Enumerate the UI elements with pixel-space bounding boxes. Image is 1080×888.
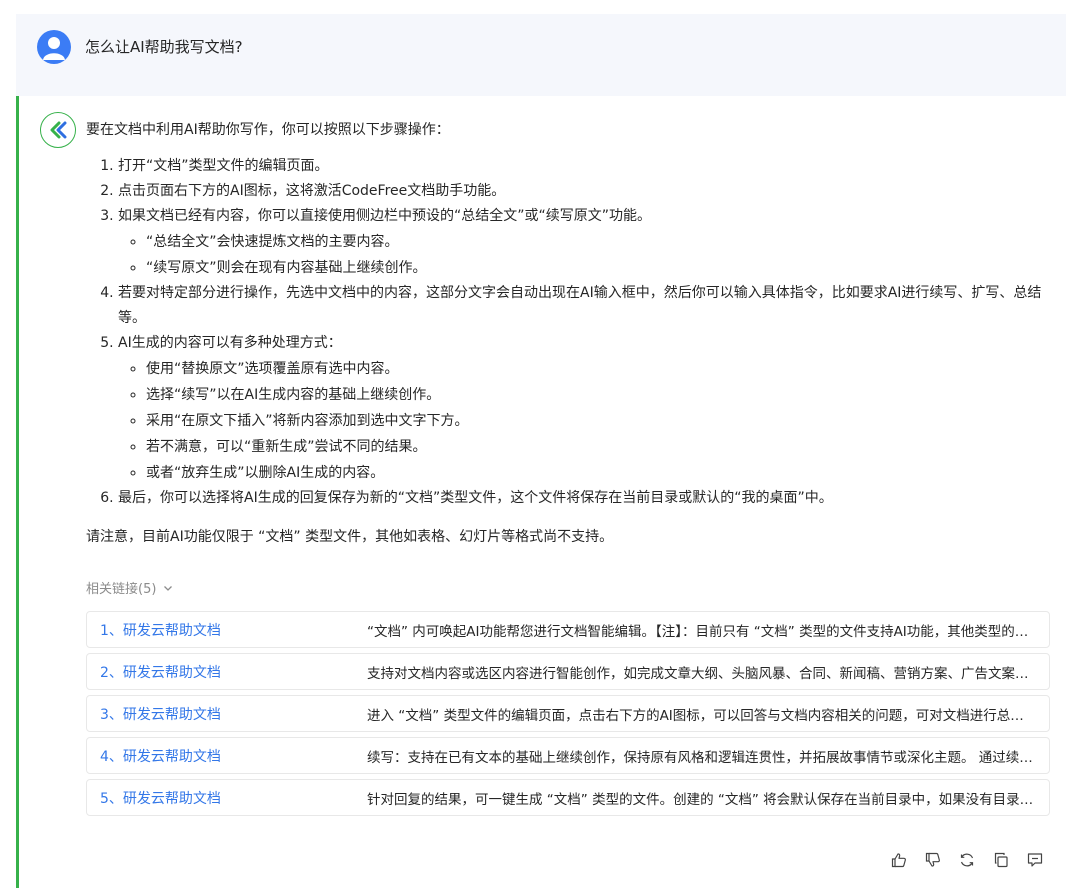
answer-intro: 要在文档中利用AI帮助你写作，你可以按照以下步骤操作： [86,122,450,138]
chevron-down-icon [164,585,173,591]
user-message: 怎么让AI帮助我写文档? [16,14,1066,96]
sub-list: 使用“替换原文”选项覆盖原有选中内容。 选择“续写”以在AI生成内容的基础上继续… [118,356,1056,486]
related-link-item[interactable]: 1、研发云帮助文档 “文档” 内可唤起AI功能帮您进行文档智能编辑。【注】：目前… [86,611,1050,648]
related-links-toggle[interactable]: 相关链接(5) [86,578,174,597]
related-link-desc: 针对回复的结果，可一键生成 “文档” 类型的文件。创建的 “文档” 将会默认保存… [367,791,1049,808]
sub-item: 若不满意，可以“重新生成”尝试不同的结果。 [146,434,1056,460]
sub-item: “续写原文”则会在现有内容基础上继续创作。 [146,255,1056,281]
step-item: 如果文档已经有内容，你可以直接使用侧边栏中预设的“总结全文”或“续写原文”功能。… [118,204,1056,281]
step-text: 点击页面右下方的AI图标，这将激活CodeFree文档助手功能。 [118,183,506,199]
thumbs-down-button[interactable] [923,850,943,870]
step-item: 若要对特定部分进行操作，先选中文档中的内容，这部分文字会自动出现在AI输入框中，… [118,281,1056,331]
step-text: 最后，你可以选择将AI生成的回复保存为新的“文档”类型文件，这个文件将保存在当前… [118,490,833,506]
regenerate-icon [960,853,974,867]
step-item: 打开“文档”类型文件的编辑页面。 [118,154,1056,179]
sub-item: 选择“续写”以在AI生成内容的基础上继续创作。 [146,382,1056,408]
related-links-list: 1、研发云帮助文档 “文档” 内可唤起AI功能帮您进行文档智能编辑。【注】：目前… [86,611,1050,821]
related-link-title[interactable]: 4、研发云帮助文档 [87,746,367,766]
regenerate-button[interactable] [957,850,977,870]
step-text: AI生成的内容可以有多种处理方式： [118,335,342,351]
answer-body: 要在文档中利用AI帮助你写作，你可以按照以下步骤操作： 打开“文档”类型文件的编… [86,118,1056,550]
thumbs-up-button[interactable] [889,850,909,870]
share-icon [1027,853,1043,867]
copy-icon [994,852,1008,868]
related-link-item[interactable]: 5、研发云帮助文档 针对回复的结果，可一键生成 “文档” 类型的文件。创建的 “… [86,779,1050,816]
related-link-title[interactable]: 5、研发云帮助文档 [87,788,367,808]
related-link-item[interactable]: 3、研发云帮助文档 进入 “文档” 类型文件的编辑页面，点击右下方的AI图标，可… [86,695,1050,732]
share-button[interactable] [1025,850,1045,870]
steps-list: 打开“文档”类型文件的编辑页面。 点击页面右下方的AI图标，这将激活CodeFr… [86,154,1056,511]
message-actions [889,850,1045,870]
related-links-label: 相关链接(5) [86,582,157,597]
user-avatar-icon [37,30,71,64]
step-item: 点击页面右下方的AI图标，这将激活CodeFree文档助手功能。 [118,179,1056,204]
related-link-desc: 支持对文档内容或选区内容进行智能创作，如完成文章大纲、头脑风暴、合同、新闻稿、营… [367,665,1042,682]
related-link-title[interactable]: 2、研发云帮助文档 [87,662,367,682]
thumbs-up-icon [891,853,906,868]
user-question-text: 怎么让AI帮助我写文档? [85,38,243,56]
copy-button[interactable] [991,850,1011,870]
related-link-desc: 进入 “文档” 类型文件的编辑页面，点击右下方的AI图标，可以回答与文档内容相关… [367,707,1038,724]
related-link-title[interactable]: 3、研发云帮助文档 [87,704,367,724]
step-item: AI生成的内容可以有多种处理方式： 使用“替换原文”选项覆盖原有选中内容。 选择… [118,331,1056,486]
sub-item: 或者“放弃生成”以删除AI生成的内容。 [146,460,1056,486]
answer-note: 请注意，目前AI功能仅限于 “文档” 类型文件，其他如表格、幻灯片等格式尚不支持… [86,529,614,545]
related-link-item[interactable]: 4、研发云帮助文档 续写：支持在已有文本的基础上继续创作，保持原有风格和逻辑连贯… [86,737,1050,774]
thumbs-down-icon [925,852,940,867]
related-link-desc: “文档” 内可唤起AI功能帮您进行文档智能编辑。【注】：目前只有 “文档” 类型… [367,623,1049,640]
step-text: 如果文档已经有内容，你可以直接使用侧边栏中预设的“总结全文”或“续写原文”功能。 [118,208,652,224]
step-item: 最后，你可以选择将AI生成的回复保存为新的“文档”类型文件，这个文件将保存在当前… [118,486,1056,511]
step-text: 打开“文档”类型文件的编辑页面。 [118,158,329,174]
related-link-item[interactable]: 2、研发云帮助文档 支持对文档内容或选区内容进行智能创作，如完成文章大纲、头脑风… [86,653,1050,690]
related-link-desc: 续写：支持在已有文本的基础上继续创作，保持原有风格和逻辑连贯性，并拓展故事情节或… [367,749,1049,766]
related-link-title[interactable]: 1、研发云帮助文档 [87,620,367,640]
sub-item: “总结全文”会快速提炼文档的主要内容。 [146,229,1056,255]
sub-item: 采用“在原文下插入”将新内容添加到选中文字下方。 [146,408,1056,434]
assistant-logo-icon [40,112,76,148]
sub-list: “总结全文”会快速提炼文档的主要内容。 “续写原文”则会在现有内容基础上继续创作… [118,229,1056,281]
sub-item: 使用“替换原文”选项覆盖原有选中内容。 [146,356,1056,382]
step-text: 若要对特定部分进行操作，先选中文档中的内容，这部分文字会自动出现在AI输入框中，… [118,285,1042,326]
